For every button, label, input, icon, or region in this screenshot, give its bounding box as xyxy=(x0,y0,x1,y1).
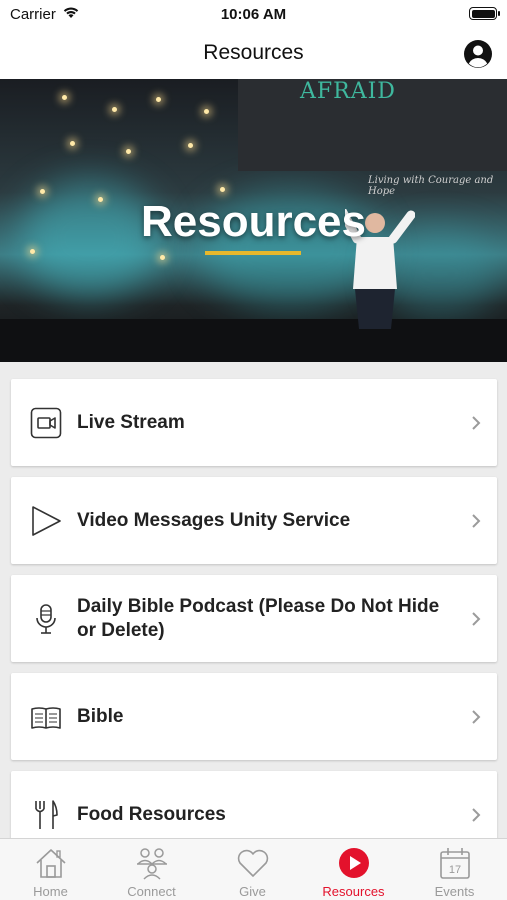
calendar-icon: 17 xyxy=(440,848,470,879)
status-bar: Carrier 10:06 AM xyxy=(0,0,507,30)
list-item-label: Daily Bible Podcast (Please Do Not Hide … xyxy=(77,595,440,641)
tab-events[interactable]: 17 Events xyxy=(404,839,505,900)
clock: 10:06 AM xyxy=(220,6,287,23)
svg-text:17: 17 xyxy=(449,864,461,876)
list-item-label: Food Resources xyxy=(77,803,226,825)
heart-icon xyxy=(237,849,269,877)
list-item-food-resources[interactable]: Food Resources xyxy=(11,771,497,838)
page-title: Resources xyxy=(203,41,304,64)
book-icon xyxy=(31,707,61,729)
video-camera-icon xyxy=(30,407,62,439)
tab-give[interactable]: Give xyxy=(202,839,303,900)
battery-icon xyxy=(469,7,500,20)
hero-title: Resources xyxy=(140,197,366,246)
chevron-right-icon xyxy=(472,416,481,430)
tab-connect[interactable]: Connect xyxy=(101,839,202,900)
hero-title-underline xyxy=(205,251,301,255)
list-item-daily-bible-podcast[interactable]: Daily Bible Podcast (Please Do Not Hide … xyxy=(11,575,497,662)
screen-subtitle: Living with Courage and Hope xyxy=(368,175,494,197)
people-icon xyxy=(137,848,167,880)
microphone-icon xyxy=(36,604,56,634)
tab-resources[interactable]: Resources xyxy=(303,839,404,900)
home-icon xyxy=(36,849,66,878)
chevron-right-icon xyxy=(472,612,481,626)
chevron-right-icon xyxy=(472,710,481,724)
tab-bar: Home Connect Give Resources 17 Events xyxy=(0,838,507,900)
tab-home[interactable]: Home xyxy=(0,839,101,900)
list-item-live-stream[interactable]: Live Stream xyxy=(11,379,497,466)
play-icon xyxy=(32,506,61,536)
profile-icon[interactable] xyxy=(463,39,493,69)
list-item-label: Video Messages Unity Service xyxy=(77,509,351,531)
stage-floor xyxy=(0,319,507,362)
tab-label: Connect xyxy=(127,884,176,899)
screen-text: AFRAID xyxy=(300,79,396,104)
fork-knife-icon xyxy=(35,800,58,829)
resources-list: Live Stream Video Messages Unity Service… xyxy=(0,362,507,838)
tab-label: Give xyxy=(239,884,266,899)
list-item-label: Bible xyxy=(77,705,124,727)
play-circle-icon xyxy=(339,848,369,878)
tab-label: Resources xyxy=(322,884,385,899)
chevron-right-icon xyxy=(472,514,481,528)
tab-label: Home xyxy=(33,884,68,899)
chevron-right-icon xyxy=(472,808,481,822)
tab-label: Events xyxy=(434,884,475,899)
navigation-bar: Resources xyxy=(0,30,507,79)
list-item-bible[interactable]: Bible xyxy=(11,673,497,760)
list-item-video-messages[interactable]: Video Messages Unity Service xyxy=(11,477,497,564)
list-item-label: Live Stream xyxy=(77,411,185,433)
hero-banner: AFRAID Living with Courage and Hope Reso… xyxy=(0,79,507,362)
